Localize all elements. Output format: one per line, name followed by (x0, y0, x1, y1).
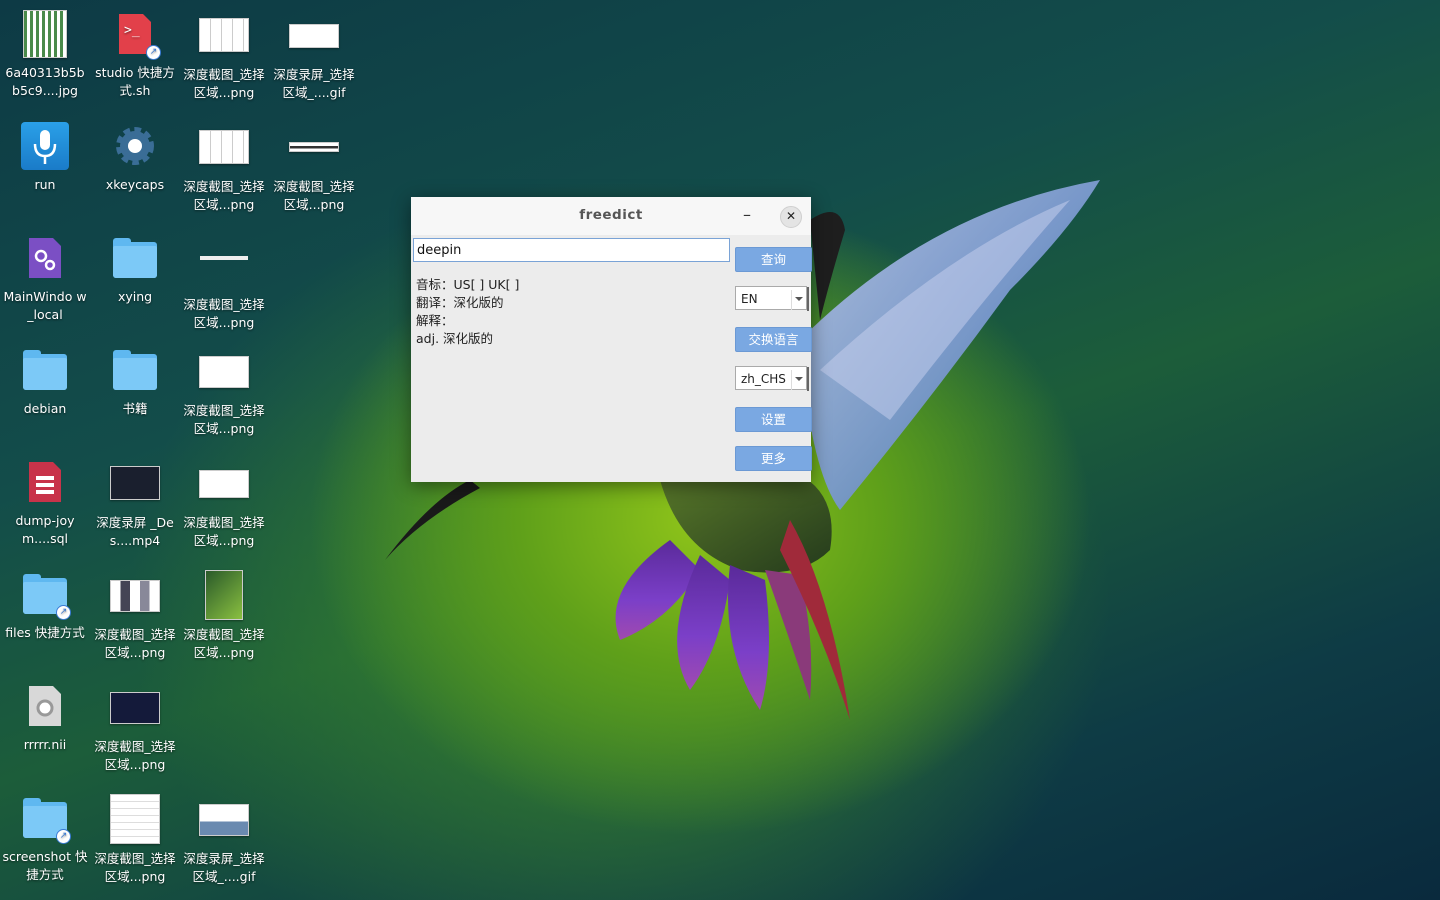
from-language-select[interactable]: EN (735, 286, 809, 311)
more-button[interactable]: 更多 (735, 446, 812, 471)
swap-language-button[interactable]: 交换语言 (735, 327, 812, 352)
minimize-icon[interactable]: – (737, 206, 757, 226)
desktop-icon-label: 深度截图_选择区域...png (183, 297, 265, 330)
desktop-icon-label: 深度截图_选择区域...png (183, 403, 265, 436)
chevron-down-icon (791, 290, 804, 310)
desktop-file-png[interactable]: 深度截图_选择区域...png (181, 122, 267, 214)
desktop-file-sql[interactable]: dump-joym....sql (2, 458, 88, 548)
desktop-file-png[interactable]: 深度截图_选择区域...png (181, 346, 267, 438)
folder-icon (111, 346, 159, 394)
to-language-value: zh_CHS (741, 372, 786, 386)
desktop-icon-label: 深度截图_选择区域...png (183, 515, 265, 548)
desktop-file-png[interactable]: 深度截图_选择区域...png (92, 570, 178, 662)
desktop-file-png[interactable]: 深度截图_选择区域...png (181, 570, 267, 662)
explain-text: adj. 深化版的 (416, 331, 494, 346)
desktop-file-jpg[interactable]: 6a40313b5b b5c9....jpg (2, 10, 88, 100)
desktop-file-gif[interactable]: 深度录屏_选择区域_....gif (181, 794, 267, 886)
desktop-icon-label: screenshot 快捷方式 (2, 849, 88, 882)
desktop-icon-label: MainWindo w_local (3, 289, 87, 322)
desktop-icon-label: 深度截图_选择区域...png (183, 179, 265, 212)
desktop-icon-label: 深度截图_选择区域...png (94, 627, 176, 660)
desktop-icon-label: 6a40313b5b b5c9....jpg (5, 65, 85, 98)
desktop-icon-label: 深度录屏_选择区域_....gif (183, 851, 265, 884)
select-edge (807, 367, 809, 391)
image-thumbnail-icon (200, 256, 248, 260)
desktop-icon-label: files 快捷方式 (5, 625, 85, 640)
desktop-icon-label: run (34, 177, 56, 192)
desktop-icon-label: debian (23, 401, 67, 416)
desktop-icon-label: 深度截图_选择区域...png (94, 739, 176, 772)
desktop-folder-debian[interactable]: debian (2, 346, 88, 418)
image-thumbnail-icon (199, 470, 249, 498)
desktop-file-png[interactable]: 深度截图_选择区域...png (181, 234, 267, 332)
desktop-app-xkeycaps[interactable]: xkeycaps (92, 122, 178, 194)
desktop-icon-label: 深度截图_选择区域...png (273, 179, 355, 212)
desktop-shortcut-screenshot[interactable]: ↗ screenshot 快捷方式 (2, 794, 88, 884)
image-thumbnail-icon (289, 24, 339, 48)
desktop-shortcut-files[interactable]: ↗ files 快捷方式 (2, 570, 88, 642)
desktop-icon-label: studio 快捷方式.sh (95, 65, 175, 98)
image-thumbnail-icon (110, 580, 160, 612)
image-thumbnail-icon (199, 804, 249, 836)
explain-label: 解释： (416, 313, 454, 328)
image-thumbnail-icon (205, 570, 243, 620)
svg-text:>_: >_ (124, 23, 140, 38)
desktop-icon-label: 深度截图_选择区域...png (183, 67, 265, 100)
image-thumbnail-icon (110, 794, 160, 844)
desktop-file-nii[interactable]: rrrrr.nii (2, 682, 88, 754)
desktop-icon-label: xying (117, 289, 153, 304)
image-thumbnail-icon (199, 130, 249, 164)
desktop-icon-label: rrrrr.nii (23, 737, 67, 752)
desktop-file-png[interactable]: 深度截图_选择区域...png (271, 122, 357, 214)
image-thumbnail-icon (110, 692, 160, 724)
select-edge (807, 287, 809, 311)
result-panel: 音标：US[ ] UK[ ] 翻译：深化版的 解释： adj. 深化版的 (416, 276, 519, 348)
image-thumbnail-icon (23, 10, 67, 58)
image-thumbnail-icon (199, 18, 249, 52)
desktop-folder-xying[interactable]: xying (92, 234, 178, 306)
folder-icon (21, 346, 69, 394)
desktop-folder-books[interactable]: 书籍 (92, 346, 178, 418)
desktop-icon-label: 深度截图_选择区域...png (94, 851, 176, 884)
close-icon[interactable]: ✕ (780, 206, 802, 228)
image-thumbnail-icon (199, 356, 249, 388)
desktop-app-run[interactable]: run (2, 122, 88, 194)
window-titlebar[interactable]: freedict – ✕ (411, 197, 811, 235)
desktop-file-png[interactable]: 深度截图_选择区域...png (181, 10, 267, 102)
desktop-file-studio-sh[interactable]: >_ ↗ studio 快捷方式.sh (92, 10, 178, 100)
search-button[interactable]: 查询 (735, 247, 812, 272)
phonetic-text: 音标：US[ ] UK[ ] (416, 277, 520, 292)
config-file-icon (21, 682, 69, 730)
settings-file-icon (21, 234, 69, 282)
desktop-icon-label: 深度录屏 _Des....mp4 (96, 515, 174, 548)
gear-icon (111, 122, 159, 170)
folder-icon (111, 234, 159, 282)
desktop-file-mp4[interactable]: 深度录屏 _Des....mp4 (92, 458, 178, 550)
desktop-file-png[interactable]: 深度截图_选择区域...png (92, 794, 178, 886)
folder-shortcut-icon: ↗ (21, 794, 71, 844)
desktop-file-mainwindow[interactable]: MainWindo w_local (2, 234, 88, 324)
desktop-icon-label: dump-joym....sql (15, 513, 75, 546)
desktop-icon-label: 深度截图_选择区域...png (183, 627, 265, 660)
freedict-window: freedict – ✕ 音标：US[ ] UK[ ] 翻译：深化版的 解释： … (411, 197, 812, 482)
desktop-icon-label: 书籍 (122, 401, 148, 416)
desktop-file-png[interactable]: 深度截图_选择区域...png (92, 682, 178, 774)
settings-button[interactable]: 设置 (735, 407, 812, 432)
chevron-down-icon (791, 370, 804, 390)
desktop-file-png[interactable]: 深度截图_选择区域...png (181, 458, 267, 550)
from-language-value: EN (741, 292, 758, 306)
desktop-icon-label: 深度录屏_选择区域_....gif (273, 67, 355, 100)
folder-shortcut-icon: ↗ (21, 570, 71, 620)
desktop-file-gif[interactable]: 深度录屏_选择区域_....gif (271, 10, 357, 102)
to-language-select[interactable]: zh_CHS (735, 366, 809, 391)
microphone-icon (21, 122, 69, 170)
video-thumbnail-icon (110, 466, 160, 500)
terminal-script-icon: >_ ↗ (111, 10, 161, 60)
translation-text: 翻译：深化版的 (416, 295, 504, 310)
image-thumbnail-icon (289, 142, 339, 152)
query-input[interactable] (413, 238, 730, 262)
desktop-icon-label: xkeycaps (105, 177, 165, 192)
database-file-icon (21, 458, 69, 506)
